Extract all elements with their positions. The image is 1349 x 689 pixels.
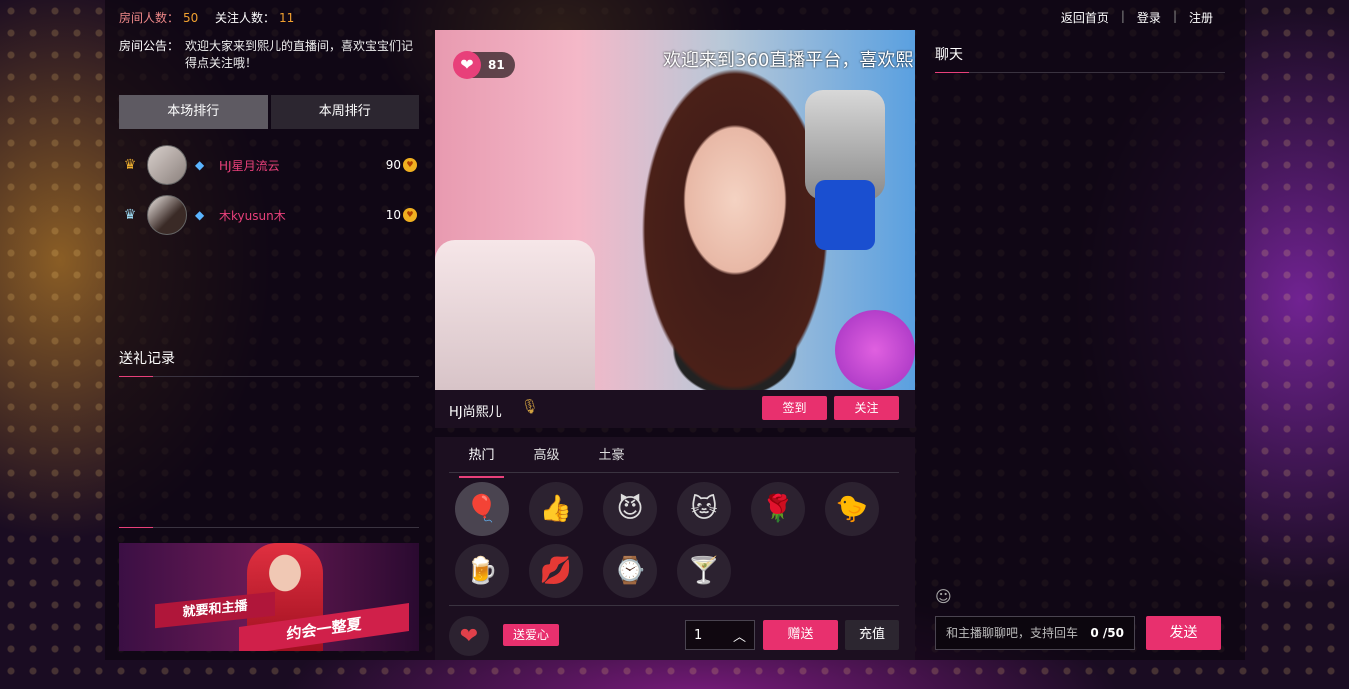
emoji-icon[interactable]: ☺ — [935, 587, 953, 606]
gold-crown-icon: ♛ — [123, 157, 137, 173]
thumbs-up-gift-icon[interactable]: 👍 — [529, 482, 583, 536]
tab-hot-gifts[interactable]: 热门 — [449, 445, 514, 478]
gift-record-title: 送礼记录 — [119, 351, 175, 367]
send-love-button[interactable]: 送爱心 — [503, 624, 559, 646]
main-panel: 房间人数： 50 关注人数： 11 返回首页 | 登录 | 注册 房间公告： 欢迎大… — [105, 0, 1245, 660]
chat-input-box[interactable]: 0 /50 — [935, 616, 1135, 650]
lips-gift-icon[interactable]: 💋 — [529, 544, 583, 598]
home-link[interactable]: 返回首页 — [1049, 9, 1121, 26]
ranking-score: 10 ♥ — [386, 208, 417, 222]
welcome-marquee: 欢迎来到360直播平台，喜欢熙 — [663, 50, 914, 71]
notice-label: 房间公告： — [119, 39, 180, 53]
avatar[interactable] — [147, 195, 187, 235]
ranking-username[interactable]: 木kyusun木 — [219, 207, 286, 224]
top-nav: 返回首页 | 登录 | 注册 — [1049, 9, 1225, 26]
love-heart-icon[interactable]: ❤ — [449, 616, 489, 656]
ranking-row[interactable]: ♛ ◆ 木kyusun木 10 ♥ — [119, 190, 419, 240]
ranking-score: 90 ♥ — [386, 158, 417, 172]
heart-icon[interactable]: ❤ — [453, 51, 481, 79]
watch-gift-icon[interactable]: ⌚ — [603, 544, 657, 598]
chat-divider — [935, 72, 1225, 73]
anchor-bar: HJ尚熙儿 🎙 签到 关注 — [435, 390, 915, 428]
beer-gift-icon[interactable]: 🍺 — [455, 544, 509, 598]
likes-count: 81 — [488, 58, 505, 72]
chat-input[interactable] — [946, 626, 1086, 640]
ranking-list: ♛ ◆ HJ星月流云 90 ♥ ♛ ◆ 木kyusun木 10 ♥ — [119, 140, 419, 240]
diamond-badge-icon: ◆ — [195, 208, 205, 222]
follow-count: 关注人数： 11 — [215, 11, 295, 25]
balloons-gift-icon[interactable]: 🎈 — [455, 482, 509, 536]
room-count: 房间人数： 50 — [119, 11, 199, 25]
follow-button[interactable]: 关注 — [834, 396, 899, 420]
chat-send-button[interactable]: 发送 — [1146, 616, 1221, 650]
tab-tycoon-gifts[interactable]: 土豪 — [579, 445, 644, 472]
anchor-name: HJ尚熙儿 — [449, 405, 502, 420]
quantity-selector[interactable]: 1 ︿ — [685, 620, 755, 650]
gift-grid: 🎈 👍 😈 🐱 🌹 🐤 🍺 💋 ⌚ 🍸 — [455, 482, 895, 598]
gift-tabs: 热门 高级 土豪 — [449, 445, 899, 478]
top-bar: 房间人数： 50 关注人数： 11 返回首页 | 登录 | 注册 — [105, 0, 1245, 32]
tab-weekly-ranking[interactable]: 本周排行 — [270, 95, 419, 129]
silver-crown-icon: ♛ — [123, 207, 137, 223]
likes-counter[interactable]: ❤ 81 — [453, 51, 515, 79]
quantity-value: 1 — [694, 627, 703, 643]
ranking-row[interactable]: ♛ ◆ HJ星月流云 90 ♥ — [119, 140, 419, 190]
rose-gift-icon[interactable]: 🌹 — [751, 482, 805, 536]
cat-ears-gift-icon[interactable]: 🐱 — [677, 482, 731, 536]
ranking-username[interactable]: HJ星月流云 — [219, 157, 280, 174]
microphone-badge-icon: 🎙 — [521, 399, 539, 415]
login-link[interactable]: 登录 — [1125, 9, 1173, 26]
gift-panel: 热门 高级 土豪 🎈 👍 😈 🐱 🌹 🐤 🍺 💋 ⌚ 🍸 ❤ 送爱心 1 ︿ 赠… — [435, 437, 915, 660]
ranking-tabs: 本场排行 本周排行 — [119, 95, 419, 129]
promo-banner[interactable]: 就要和主播 约会一整夏 — [119, 543, 419, 651]
gift-record-divider — [119, 376, 419, 377]
coin-icon: ♥ — [403, 158, 417, 172]
register-link[interactable]: 注册 — [1177, 9, 1225, 26]
divider — [449, 605, 899, 606]
avatar[interactable] — [147, 145, 187, 185]
tab-current-ranking[interactable]: 本场排行 — [119, 95, 268, 129]
coin-icon: ♥ — [403, 208, 417, 222]
chevron-up-icon[interactable]: ︿ — [733, 626, 746, 645]
chat-title: 聊天 — [935, 47, 963, 63]
diamond-badge-icon: ◆ — [195, 158, 205, 172]
char-counter: 0 /50 — [1090, 626, 1124, 640]
give-gift-button[interactable]: 赠送 — [763, 620, 838, 650]
divider — [119, 527, 419, 528]
tab-premium-gifts[interactable]: 高级 — [514, 445, 579, 472]
room-notice: 房间公告： 欢迎大家来到熙儿的直播间，喜欢宝宝们记得点关注哦！ — [119, 38, 419, 72]
recharge-button[interactable]: 充值 — [845, 620, 899, 650]
devil-gift-icon[interactable]: 😈 — [603, 482, 657, 536]
live-video[interactable]: 欢迎来到360直播平台，喜欢熙 ❤ 81 — [435, 30, 915, 390]
chick-gift-icon[interactable]: 🐤 — [825, 482, 879, 536]
notice-text: 欢迎大家来到熙儿的直播间，喜欢宝宝们记得点关注哦！ — [185, 39, 414, 70]
cocktail-gift-icon[interactable]: 🍸 — [677, 544, 731, 598]
checkin-button[interactable]: 签到 — [762, 396, 827, 420]
